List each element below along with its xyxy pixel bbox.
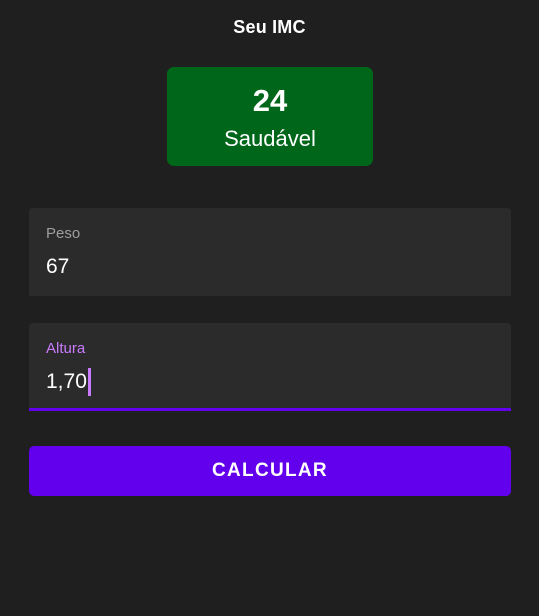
peso-input[interactable]: 67 <box>46 252 69 282</box>
altura-field[interactable]: Altura 1,70 <box>29 323 511 411</box>
result-card: 24 Saudável <box>167 67 373 166</box>
peso-label: Peso <box>46 225 81 242</box>
imc-category: Saudável <box>224 126 316 151</box>
imc-value: 24 <box>252 83 288 118</box>
altura-value: 1,70 <box>46 370 87 393</box>
peso-field[interactable]: Peso 67 <box>29 208 511 296</box>
text-cursor <box>87 368 91 396</box>
peso-value: 67 <box>46 255 70 278</box>
altura-label: Altura <box>46 340 86 357</box>
page-title: Seu IMC <box>233 17 306 37</box>
altura-input[interactable]: 1,70 <box>46 367 91 397</box>
imc-screen: Seu IMC 24 Saudável Peso 67 Altura 1,70 … <box>0 0 539 616</box>
calculate-button[interactable]: CALCULAR <box>29 446 511 496</box>
